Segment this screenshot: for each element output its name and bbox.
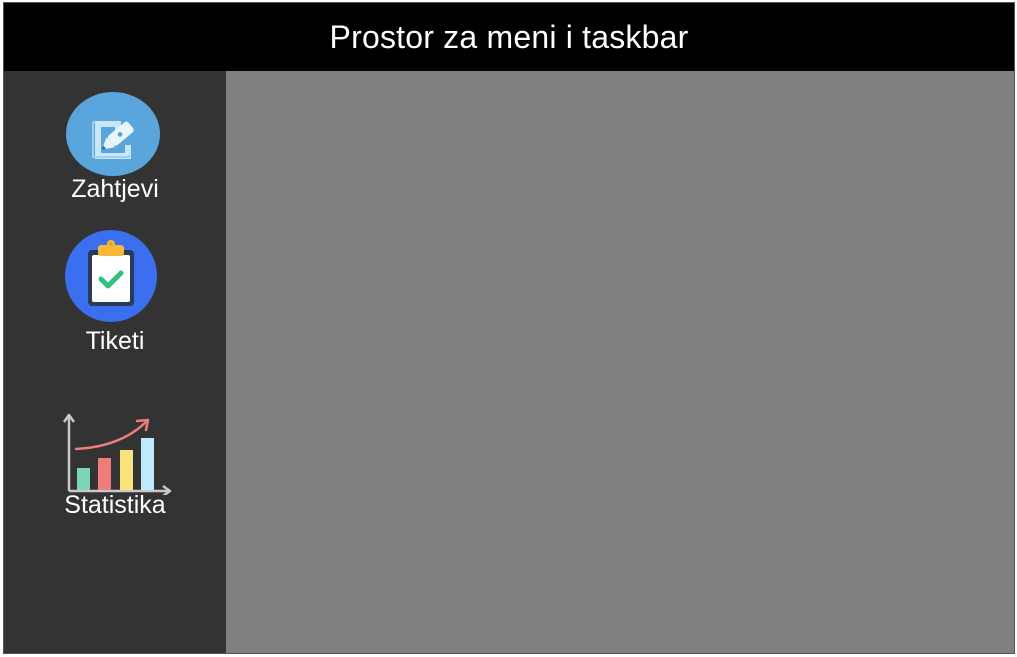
- app-window: Prostor za meni i taskbar Zahtjevi Tiket…: [3, 2, 1015, 654]
- sidebar-item-statistika[interactable]: Statistika: [4, 411, 226, 526]
- main-content-area: [226, 71, 1014, 653]
- sidebar: Zahtjevi Tiketi Statistika: [4, 71, 226, 653]
- top-taskbar: Prostor za meni i taskbar: [4, 3, 1014, 71]
- clipboard-check-icon: [65, 230, 157, 322]
- sidebar-item-tiketi[interactable]: Tiketi: [4, 229, 226, 359]
- edit-document-icon: [66, 92, 160, 176]
- sidebar-item-zahtjevi[interactable]: Zahtjevi: [4, 91, 226, 206]
- bar-chart-icon: [62, 413, 172, 495]
- sidebar-item-label: Tiketi: [85, 327, 145, 355]
- sidebar-item-label: Zahtjevi: [71, 175, 159, 203]
- taskbar-title: Prostor za meni i taskbar: [329, 18, 689, 55]
- sidebar-item-label: Statistika: [64, 491, 166, 519]
